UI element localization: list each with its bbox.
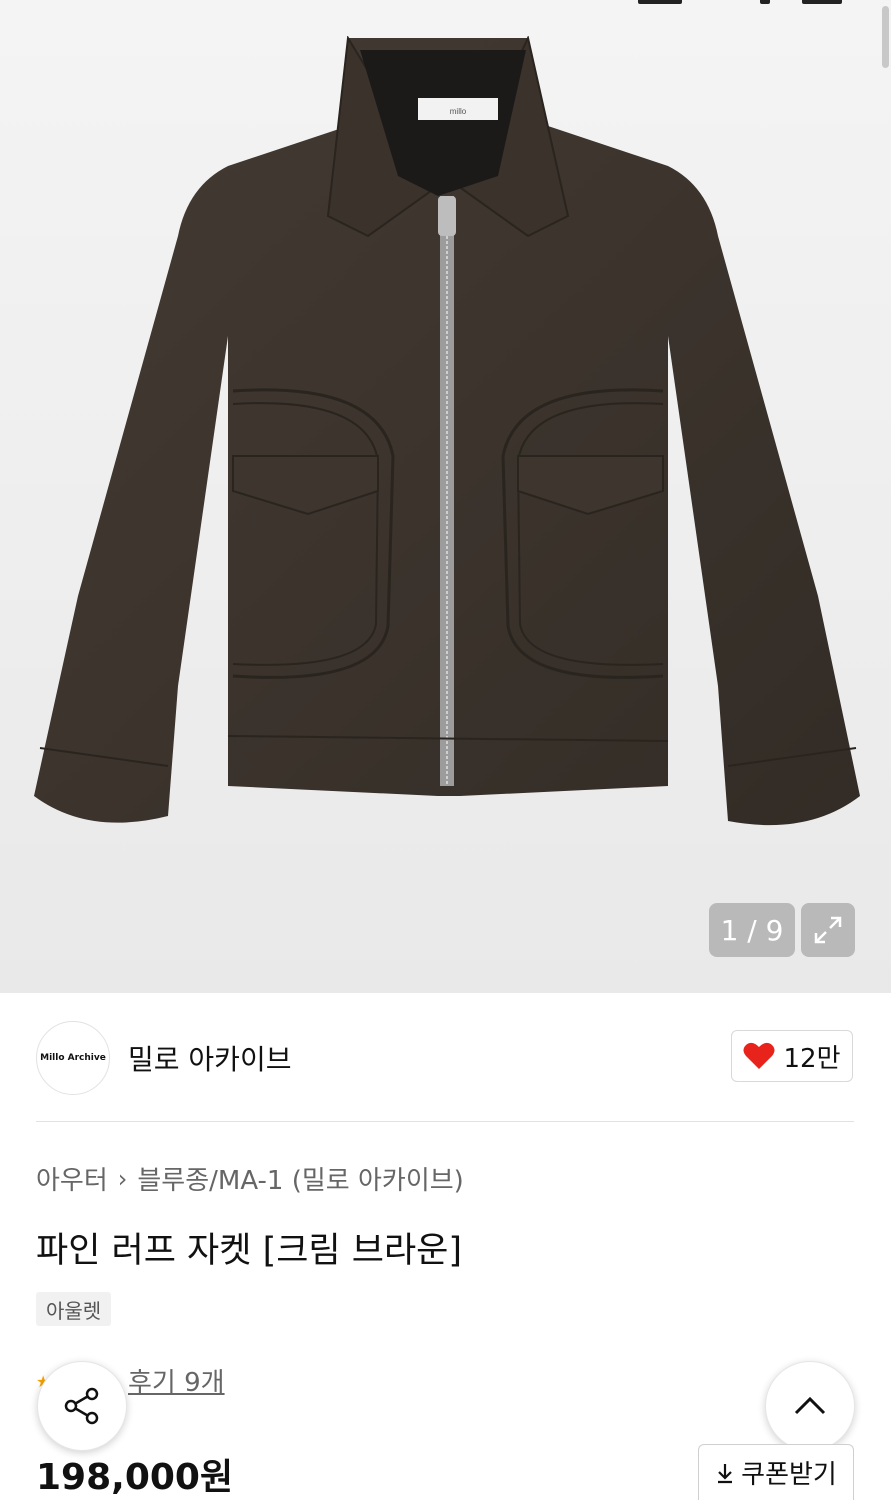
expand-button[interactable] bbox=[801, 903, 855, 957]
brand-logo-text: Millo Archive bbox=[40, 1053, 106, 1063]
divider bbox=[36, 1121, 854, 1122]
breadcrumb-subcategory[interactable]: 블루종/MA-1 (밀로 아카이브) bbox=[137, 1160, 463, 1197]
top-stub-right bbox=[802, 0, 842, 4]
share-button[interactable] bbox=[37, 1361, 127, 1451]
product-title: 파인 러프 자켓 [크림 브라운] bbox=[36, 1231, 463, 1271]
chevron-up-icon bbox=[794, 1396, 826, 1415]
top-stub-mid bbox=[760, 0, 770, 4]
download-icon bbox=[718, 1463, 733, 1483]
heart-icon bbox=[743, 1042, 775, 1069]
breadcrumb: 아우터 › 블루종/MA-1 (밀로 아카이브) bbox=[36, 1160, 464, 1197]
brand-name[interactable]: 밀로 아카이브 bbox=[128, 1038, 291, 1078]
like-count: 12만 bbox=[783, 1043, 841, 1074]
coupon-label: 쿠폰받기 bbox=[741, 1460, 837, 1490]
chevron-right-icon: › bbox=[117, 1164, 128, 1193]
breadcrumb-category[interactable]: 아우터 bbox=[36, 1160, 108, 1197]
scroll-top-button[interactable] bbox=[765, 1361, 855, 1451]
coupon-button[interactable]: 쿠폰받기 bbox=[698, 1444, 854, 1500]
product-price: 198,000원 bbox=[36, 1457, 234, 1498]
product-image-gallery[interactable]: millo 1 / 9 bbox=[0, 0, 891, 993]
like-button[interactable]: 12만 bbox=[731, 1030, 853, 1082]
review-link[interactable]: 후기 9개 bbox=[128, 1362, 225, 1399]
scrollbar[interactable] bbox=[882, 6, 889, 68]
brand-logo[interactable]: Millo Archive bbox=[36, 1021, 110, 1095]
product-image: millo bbox=[34, 36, 860, 826]
expand-icon bbox=[814, 916, 842, 944]
top-stub-left bbox=[638, 0, 682, 4]
image-counter: 1 / 9 bbox=[709, 903, 795, 957]
outlet-tag: 아울렛 bbox=[36, 1292, 112, 1326]
svg-text:millo: millo bbox=[450, 107, 467, 116]
share-icon bbox=[64, 1387, 99, 1425]
